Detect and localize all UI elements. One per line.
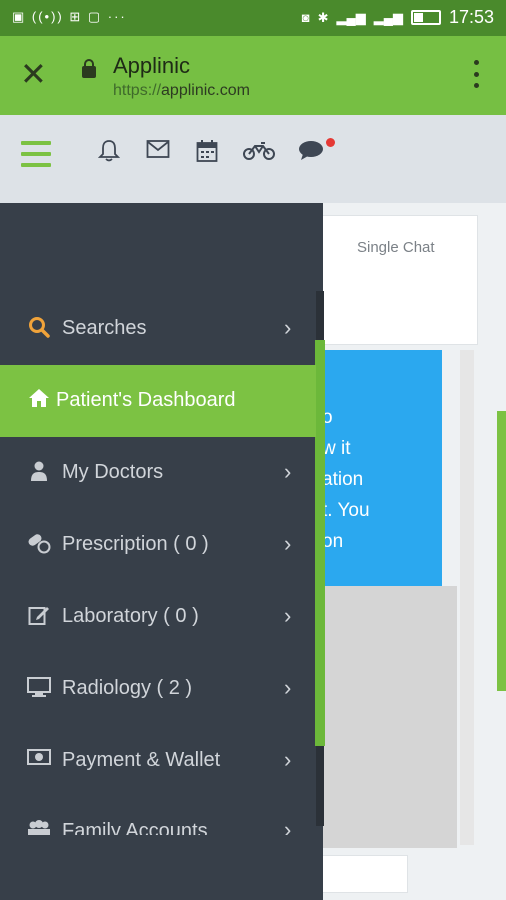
drawer-item-label: Family Accounts	[62, 820, 208, 835]
accent-strip	[497, 411, 506, 691]
status-bar: ▣ ((•)) ⊞ ▢ ··· ◙ ✱ ▂▄▆ ▂▄▆ 17:53	[0, 0, 506, 36]
notification-badge	[326, 138, 335, 147]
battery-icon	[410, 10, 441, 25]
bottom-card	[322, 855, 408, 893]
chat-card	[322, 215, 478, 345]
drawer-scrollbar-thumb[interactable]	[315, 340, 325, 746]
status-right: ◙ ✱ ▂▄▆ ▂▄▆ 17:53	[302, 7, 494, 28]
info-line: w it	[322, 438, 351, 459]
drawer-item-my-doctors[interactable]: My Doctors ›	[0, 437, 316, 509]
search-icon	[27, 316, 51, 340]
url-domain: applinic.com	[161, 82, 250, 99]
more-options-icon[interactable]	[474, 60, 480, 88]
drawer-item-label: My Doctors	[62, 461, 164, 483]
drawer-item-label: Radiology ( 2 )	[62, 677, 193, 699]
drawer-item-laboratory[interactable]: Laboratory ( 0 ) ›	[0, 581, 316, 653]
notification-icons: ▣ ((•)) ⊞ ▢ ···	[12, 9, 127, 24]
chevron-right-icon: ›	[284, 531, 292, 556]
drawer-item-patients-dashboard[interactable]: Patient's Dashboard	[0, 365, 316, 437]
info-line: on	[322, 531, 344, 552]
chevron-right-icon: ›	[284, 459, 292, 484]
doctor-icon	[27, 460, 51, 484]
vibrate-icon: ◙	[301, 10, 310, 25]
mail-icon[interactable]	[145, 139, 171, 165]
signal-icon-2: ▂▄▆	[373, 9, 403, 25]
chevron-right-icon: ›	[284, 603, 292, 628]
users-icon	[27, 819, 51, 835]
bluetooth-icon: ✱	[317, 9, 329, 25]
money-icon	[27, 748, 51, 772]
chevron-right-icon: ›	[284, 747, 292, 772]
drawer-item-prescription[interactable]: Prescription ( 0 ) ›	[0, 509, 316, 581]
monitor-icon	[27, 676, 51, 700]
motorcycle-icon[interactable]	[243, 139, 275, 165]
lock-icon	[82, 59, 96, 78]
drawer-item-label: Laboratory ( 0 )	[62, 605, 199, 627]
drawer-item-label: Prescription ( 0 )	[62, 533, 209, 555]
site-title: Applinic	[113, 53, 191, 78]
content-placeholder	[322, 586, 457, 848]
app-toolbar	[0, 115, 506, 203]
single-chat-label[interactable]: Single Chat	[357, 239, 435, 256]
drawer-item-label: Patient's Dashboard	[56, 389, 236, 411]
bell-icon[interactable]	[96, 139, 122, 165]
info-line: t. You	[322, 500, 370, 521]
chevron-right-icon: ›	[284, 817, 292, 835]
drawer-item-searches[interactable]: Searches ›	[0, 293, 316, 365]
chevron-right-icon: ›	[284, 315, 292, 340]
menu-icon[interactable]	[21, 141, 51, 167]
close-icon[interactable]: ✕	[20, 58, 47, 90]
clock: 17:53	[448, 7, 494, 27]
drawer-item-radiology[interactable]: Radiology ( 2 ) ›	[0, 653, 316, 725]
edit-icon	[27, 604, 51, 628]
navigation-drawer: Searches › Patient's Dashboard My Doctor…	[0, 203, 325, 900]
drawer-item-label: Payment & Wallet	[62, 749, 221, 771]
signal-icon: ▂▄▆	[336, 9, 366, 25]
site-url: https://applinic.com	[113, 82, 250, 100]
chat-icon[interactable]	[298, 139, 324, 165]
info-line: ation	[322, 469, 364, 490]
drawer-item-payment-wallet[interactable]: Payment & Wallet ›	[0, 725, 316, 797]
url-protocol: https://	[113, 82, 162, 99]
home-icon	[27, 388, 51, 412]
page-scrollbar[interactable]	[460, 350, 474, 845]
drawer-item-label: Searches	[62, 317, 147, 339]
drawer-item-family-accounts[interactable]: Family Accounts ›	[0, 813, 316, 835]
pills-icon	[27, 532, 51, 556]
calendar-icon[interactable]	[194, 139, 220, 165]
chevron-right-icon: ›	[284, 675, 292, 700]
browser-url-bar: ✕ Applinic https://applinic.com	[0, 36, 506, 115]
info-panel: o w it ation t. You on	[322, 350, 442, 586]
